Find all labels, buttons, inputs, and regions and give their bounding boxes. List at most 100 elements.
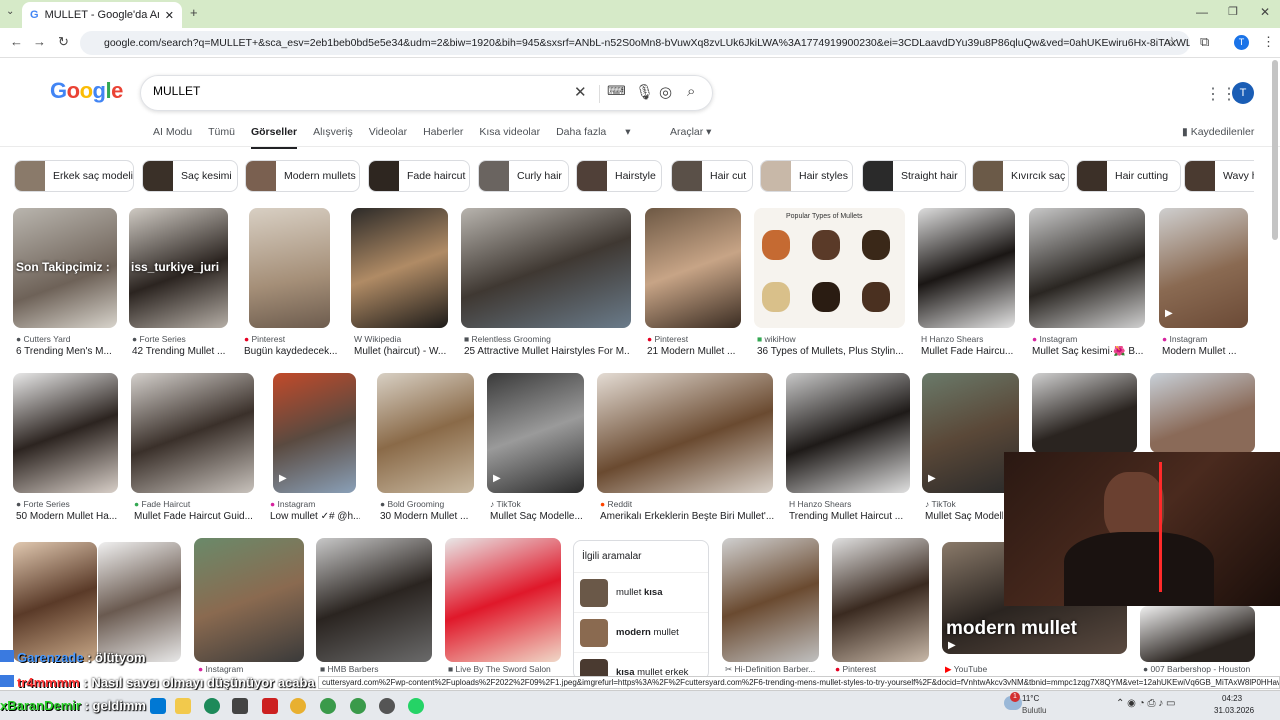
image-source[interactable]: ▶ YouTube	[945, 664, 1045, 675]
chip[interactable]: Wavy h	[1184, 160, 1254, 192]
new-tab-icon[interactable]: +	[190, 5, 198, 20]
image-result[interactable]: ▶	[1159, 208, 1248, 328]
image-caption[interactable]: 36 Types of Mullets, Plus Stylin...	[757, 346, 905, 357]
image-source[interactable]: ● Instagram	[1032, 334, 1146, 344]
image-source[interactable]: ● 007 Barbershop - Houston	[1143, 664, 1253, 674]
tab-menu-icon[interactable]: ⌄	[6, 6, 14, 17]
scrollbar-thumb[interactable]	[1272, 60, 1278, 240]
image-result[interactable]	[1140, 606, 1255, 662]
image-result[interactable]	[351, 208, 448, 328]
image-result[interactable]: iss_turkiye_juri	[129, 208, 228, 328]
minimize-icon[interactable]: —	[1196, 5, 1208, 19]
image-source[interactable]: ● Instagram	[270, 499, 360, 509]
image-source[interactable]: ● Fade Haircut	[134, 499, 254, 509]
image-caption[interactable]: 25 Attractive Mullet Hairstyles For M...	[464, 346, 630, 357]
image-result[interactable]	[13, 542, 97, 662]
image-result[interactable]: Popular Types of Mullets	[754, 208, 905, 328]
chrome-alt-icon[interactable]	[320, 698, 336, 714]
image-caption[interactable]: Amerikalı Erkeklerin Beşte Biri Mullet'.…	[600, 511, 774, 522]
chip[interactable]: Straight hair	[862, 160, 966, 192]
close-window-icon[interactable]: ✕	[1260, 5, 1270, 19]
image-source[interactable]: ■ wikiHow	[757, 334, 905, 344]
store-icon[interactable]	[232, 698, 248, 714]
image-result[interactable]	[377, 373, 474, 493]
reload-icon[interactable]: ↻	[58, 34, 69, 50]
image-caption[interactable]: 21 Modern Mullet ...	[647, 346, 743, 357]
chip[interactable]: Hair styles	[760, 160, 853, 192]
chip[interactable]: Hair cutting	[1076, 160, 1181, 192]
saved-button[interactable]: ▮ Kaydedilenler	[1182, 126, 1254, 138]
image-result[interactable]: Son Takipçimiz :	[13, 208, 117, 328]
image-caption[interactable]: 6 Trending Men's M...	[16, 346, 116, 357]
account-avatar[interactable]: T	[1232, 82, 1254, 104]
image-caption[interactable]: 30 Modern Mullet ...	[380, 511, 476, 522]
image-result[interactable]	[13, 373, 118, 493]
image-result[interactable]	[786, 373, 910, 493]
image-result[interactable]	[722, 538, 819, 662]
image-source[interactable]: ● Forte Series	[132, 334, 228, 344]
image-source[interactable]: ♪ TikTok	[490, 499, 586, 509]
chip[interactable]: Fade haircut	[368, 160, 470, 192]
search-box[interactable]: ✕ ⌨ 🎙 ◎ ⌕	[140, 75, 713, 111]
image-result[interactable]: ▶	[487, 373, 584, 493]
image-source[interactable]: ● Instagram	[1162, 334, 1252, 344]
image-result[interactable]	[131, 373, 254, 493]
image-caption[interactable]: Mullet Fade Haircut Guid...	[134, 511, 254, 522]
back-icon[interactable]: ←	[10, 34, 23, 49]
image-caption[interactable]: Bugün kaydedecek...	[244, 346, 340, 357]
image-source[interactable]: H Hanzo Shears	[789, 499, 911, 509]
image-result[interactable]	[1029, 208, 1145, 328]
system-tray-icons[interactable]: ⌃ ◉ ◔ ⎙ ♪ ▭	[1116, 698, 1175, 709]
chrome-icon[interactable]	[290, 698, 306, 714]
image-caption[interactable]: Mullet Saç Modelle...	[490, 511, 586, 522]
clock-date[interactable]: 31.03.2026	[1214, 706, 1254, 715]
image-result[interactable]	[1032, 373, 1137, 453]
maximize-icon[interactable]: ❐	[1228, 5, 1238, 18]
forward-icon[interactable]: →	[33, 34, 46, 49]
obs-icon[interactable]	[379, 698, 395, 714]
image-source[interactable]: ✂ Hi-Definition Barber...	[725, 664, 825, 675]
image-source[interactable]: ■ Live By The Sword Salon	[448, 664, 568, 674]
image-result[interactable]	[645, 208, 741, 328]
keyboard-icon[interactable]: ⌨	[607, 83, 626, 99]
edge-icon[interactable]	[204, 698, 220, 714]
image-source[interactable]: ■ HMB Barbers	[320, 664, 430, 674]
chip[interactable]: Erkek saç modeli	[14, 160, 134, 192]
image-source[interactable]: ● Instagram	[198, 664, 298, 674]
browser-menu-icon[interactable]: ⋮	[1262, 34, 1275, 50]
google-logo[interactable]: Google	[50, 78, 123, 104]
search-input[interactable]	[153, 84, 553, 98]
chip[interactable]: Modern mullets	[245, 160, 360, 192]
image-caption[interactable]: Modern Mullet ...	[1162, 346, 1252, 357]
image-result[interactable]	[461, 208, 631, 328]
clear-search-icon[interactable]: ✕	[574, 83, 587, 101]
image-result[interactable]: ▶	[273, 373, 356, 493]
image-caption[interactable]: 42 Trending Mullet ...	[132, 346, 228, 357]
image-result[interactable]	[832, 538, 929, 662]
image-source[interactable]: H Hanzo Shears	[921, 334, 1017, 344]
chip[interactable]: Saç kesimi	[142, 160, 238, 192]
search-icon[interactable]: ⌕	[687, 83, 695, 100]
browser-tab[interactable]: G MULLET - Google'da Ara ✕	[22, 2, 182, 28]
related-item[interactable]: mullet kısa	[574, 572, 708, 612]
image-source[interactable]: W Wikipedia	[354, 334, 450, 344]
image-result[interactable]	[918, 208, 1015, 328]
chrome-profile-icon[interactable]	[350, 698, 366, 714]
related-item[interactable]: modern mullet	[574, 612, 708, 652]
url-field[interactable]: google.com/search?q=MULLET+&sca_esv=2eb1…	[80, 31, 1190, 55]
extensions-icon[interactable]: ⧉	[1200, 34, 1209, 50]
image-source[interactable]: ● Pinterest	[647, 334, 743, 344]
chip[interactable]: Hairstyle	[576, 160, 662, 192]
image-source[interactable]: ♪ TikTok	[925, 499, 1003, 509]
image-source[interactable]: ● Forte Series	[16, 499, 116, 509]
image-caption[interactable]: Mullet Fade Haircu...	[921, 346, 1017, 357]
image-result[interactable]	[597, 373, 773, 493]
chip[interactable]: Kıvırcık saç	[972, 160, 1069, 192]
image-caption[interactable]: Trending Mullet Haircut ...	[789, 511, 911, 522]
image-source[interactable]: ● Bold Grooming	[380, 499, 476, 509]
lens-icon[interactable]: ◎	[659, 83, 672, 101]
microphone-icon[interactable]: 🎙	[635, 83, 654, 101]
profile-avatar[interactable]: T	[1234, 35, 1249, 50]
image-result[interactable]	[445, 538, 561, 662]
image-result[interactable]	[249, 208, 330, 328]
